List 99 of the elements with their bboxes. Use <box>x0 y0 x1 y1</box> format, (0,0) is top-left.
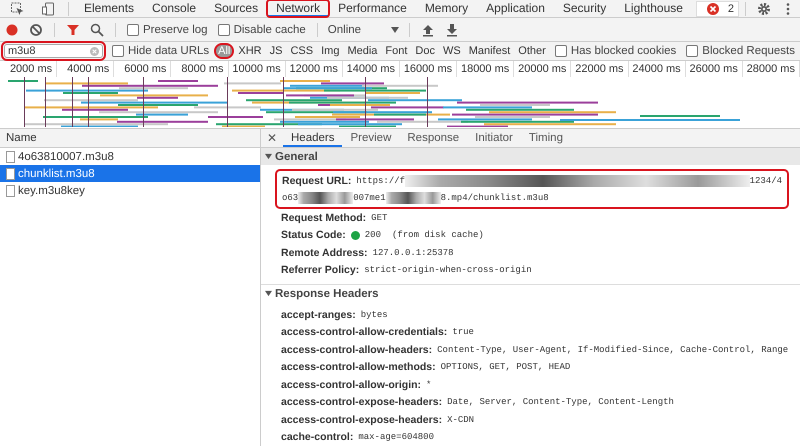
request-row[interactable]: chunklist.m3u8 <box>0 165 260 182</box>
section-title: Response Headers <box>275 288 379 300</box>
type-filter[interactable]: Manifest <box>466 44 514 58</box>
url-text: o63 <box>282 192 298 202</box>
time-tick-label: 12000 ms <box>286 61 343 77</box>
section-title: General <box>275 150 318 162</box>
panel-tab[interactable]: Network <box>267 0 330 17</box>
panel-tab[interactable]: Performance <box>329 0 416 17</box>
detail-tab[interactable]: Timing <box>520 129 571 147</box>
request-row[interactable]: key.m3u8key <box>0 182 260 199</box>
time-tick-label: 26000 ms <box>686 61 743 77</box>
time-tick-label: 20000 ms <box>514 61 572 77</box>
panel-tab[interactable]: Sources <box>205 0 268 17</box>
caret-icon <box>391 26 400 32</box>
header-name: access-control-allow-origin: <box>281 378 422 391</box>
header-value: bytes <box>360 310 388 320</box>
header-value: GET <box>371 212 388 223</box>
panel-tab[interactable]: Lighthouse <box>615 0 692 17</box>
header-name: Status Code: <box>281 229 346 242</box>
header-value: X-CDN <box>447 414 474 425</box>
redacted-block <box>386 192 441 204</box>
upload-icon[interactable] <box>421 22 436 36</box>
panel-tab[interactable]: Console <box>143 0 206 17</box>
time-tick-label: 22000 ms <box>571 61 629 77</box>
detail-tab[interactable]: Response <box>399 129 468 147</box>
clear-icon[interactable] <box>29 22 43 36</box>
panel-tab[interactable]: Security <box>554 0 616 17</box>
header-value: true <box>452 327 474 338</box>
url-text: https://f <box>356 176 406 186</box>
time-tick-label: 14000 ms <box>342 61 400 77</box>
header-name: access-control-allow-methods: <box>281 361 436 374</box>
header-value: strict-origin-when-cross-origin <box>364 265 532 276</box>
header-name: Request URL: <box>282 174 352 186</box>
header-value: Content-Type, User-Agent, If-Modified-Since, Cache-Control, Range <box>437 344 788 355</box>
type-filter[interactable]: Img <box>318 44 342 58</box>
type-filter[interactable]: WS <box>440 44 464 58</box>
settings-icon[interactable] <box>757 2 771 16</box>
header-name: access-control-expose-headers: <box>281 414 442 426</box>
header-name: accept-ranges: <box>281 308 356 321</box>
download-icon[interactable] <box>445 22 460 36</box>
header-value: 200 <box>364 230 381 240</box>
throttling-dropdown[interactable]: Online <box>324 24 404 36</box>
header-name: Remote Address: <box>281 246 368 259</box>
filter-icon[interactable] <box>66 22 80 36</box>
type-filter[interactable]: JS <box>266 44 286 58</box>
header-name: Referrer Policy: <box>281 264 360 276</box>
type-filter[interactable]: XHR <box>235 44 265 58</box>
filter-field[interactable]: m3u8 <box>4 44 103 58</box>
column-header[interactable]: Name <box>0 129 260 148</box>
header-value: max-age=604800 <box>358 432 434 442</box>
header-value: 127.0.0.1:25378 <box>372 248 454 258</box>
detail-tab[interactable]: Preview <box>342 129 400 147</box>
header-name: cache-control: <box>281 431 354 444</box>
close-icon[interactable]: ✕ <box>267 131 277 145</box>
type-filter[interactable]: Font <box>382 44 410 58</box>
time-tick-label: 18000 ms <box>457 61 514 77</box>
header-value: OPTIONS, GET, POST, HEAD <box>440 362 570 372</box>
inspect-cursor-icon[interactable] <box>10 2 25 16</box>
time-tick-label: 16000 ms <box>400 61 458 77</box>
request-row[interactable]: 4o63810007.m3u8 <box>0 148 260 165</box>
type-filter[interactable]: Media <box>344 44 380 58</box>
section-header[interactable]: Response Headers <box>261 285 800 302</box>
url-text: 007me1 <box>353 192 386 202</box>
panel-tab[interactable]: Application <box>477 0 554 17</box>
panel-tab[interactable]: Elements <box>75 0 144 17</box>
header-name: access-control-allow-credentials: <box>281 326 448 338</box>
time-tick-label: 24000 ms <box>628 61 686 77</box>
checkbox[interactable]: Preserve log <box>127 24 208 36</box>
type-filter[interactable]: Doc <box>412 44 438 58</box>
device-icon[interactable] <box>41 2 56 16</box>
time-tick-label: 10000 ms <box>228 61 286 77</box>
header-name: access-control-expose-headers: <box>281 396 442 408</box>
expand-triangle-icon[interactable] <box>265 290 272 297</box>
error-icon <box>706 2 720 16</box>
url-text: 1234/4 <box>750 176 782 186</box>
error-badge[interactable]: 2 <box>696 0 739 16</box>
type-filter[interactable]: CSS <box>287 44 316 58</box>
redacted-block <box>298 192 354 204</box>
detail-tab[interactable]: Initiator <box>467 129 521 147</box>
url-text: 8.mp4/chunklist.m3u8 <box>440 192 549 202</box>
record-icon[interactable] <box>5 22 19 36</box>
checkbox[interactable]: Blocked Requests <box>686 45 795 57</box>
header-value: Date, Server, Content-Type, Content-Length <box>447 397 674 408</box>
header-name: Request Method: <box>281 212 366 224</box>
header-value: * <box>426 380 432 390</box>
section-header[interactable]: General <box>261 148 800 165</box>
header-note: (from disk cache) <box>392 230 484 240</box>
time-tick-label: 6000 ms <box>114 61 172 77</box>
time-tick-label: 8000 ms <box>171 61 229 77</box>
expand-triangle-icon[interactable] <box>265 153 272 160</box>
panel-tab[interactable]: Memory <box>416 0 478 17</box>
time-tick-label: 28000 ms <box>742 61 800 77</box>
checkbox[interactable]: Has blocked cookies <box>554 45 676 57</box>
header-name: access-control-allow-headers: <box>281 344 432 356</box>
clear-field-icon[interactable] <box>90 46 99 56</box>
checkbox[interactable]: Hide data URLs <box>112 45 210 57</box>
search-icon[interactable] <box>90 22 104 36</box>
checkbox[interactable]: Disable cache <box>218 24 306 36</box>
type-filter[interactable]: Other <box>515 44 549 58</box>
